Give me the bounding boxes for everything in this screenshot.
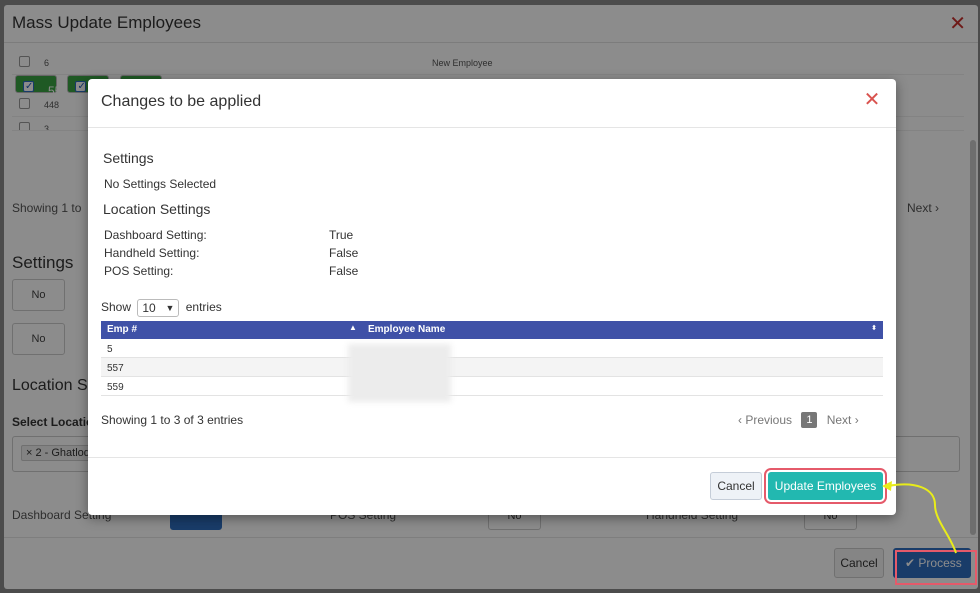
annotation-arrow bbox=[882, 481, 957, 554]
